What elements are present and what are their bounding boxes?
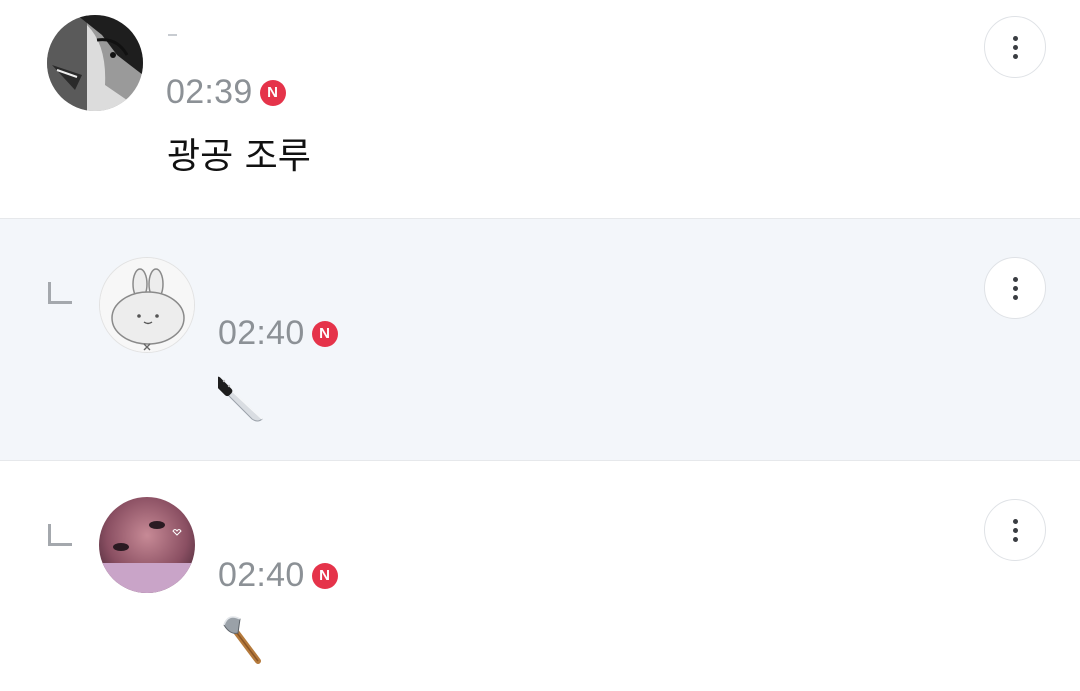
more-options-button[interactable] [984,16,1046,78]
axe-icon [218,615,266,665]
new-badge: N [259,80,286,106]
more-vertical-icon [1012,518,1018,524]
comment-meta: 02:39 N [166,72,286,112]
reply-corner-icon [48,524,72,546]
comment-meta: 02:40 N [218,555,338,595]
comment-item: 02:39 N 광공 조루 [0,0,1080,219]
pink-photo-avatar[interactable] [99,497,195,593]
reply-comment-item: 02:40 N [0,461,1080,691]
new-badge: N [311,321,338,347]
new-badge: N [311,563,338,589]
more-vertical-icon [1012,276,1018,282]
comment-body: 광공 조루 [167,136,311,177]
comment-time: 02:39 [166,73,253,111]
more-options-button[interactable] [984,257,1046,319]
more-vertical-icon [1012,35,1018,41]
comment-list: 02:39 N 광공 조루 02:40 N 02:40 N [0,0,1080,691]
reply-corner-icon [48,282,72,304]
more-options-button[interactable] [984,499,1046,561]
nickname-placeholder [168,34,177,36]
comment-time: 02:40 [218,556,305,594]
comment-meta: 02:40 N [218,313,338,353]
bunny-avatar[interactable] [99,257,195,353]
kitchen-knife-icon [212,373,266,423]
comment-time: 02:40 [218,314,305,352]
manga-portrait-avatar[interactable] [47,15,143,111]
reply-comment-item: 02:40 N [0,219,1080,461]
